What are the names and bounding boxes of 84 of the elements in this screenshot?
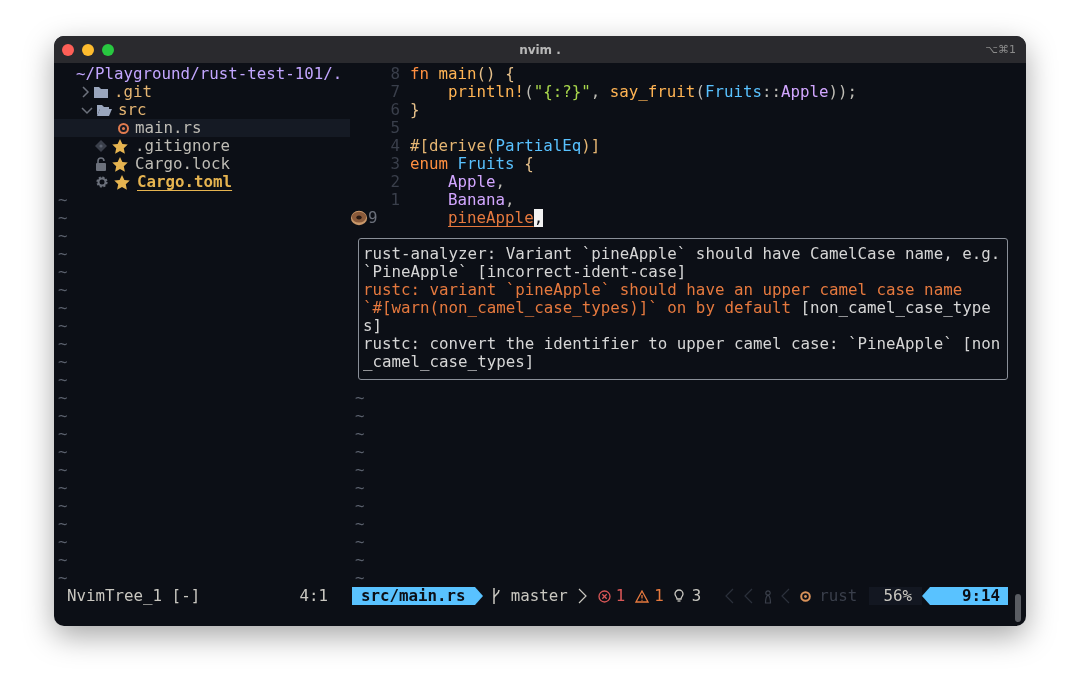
empty-line-marker: ~ [57,533,69,551]
code-text: println!("{:?}", say_fruit(Fruits::Apple)); [447,83,858,101]
code-text: #[derive(PartialEq)] [410,137,601,155]
empty-line-marker: ~ [354,461,366,479]
scroll-percent: 56% [869,587,922,605]
empty-line-marker: ~ [57,209,69,227]
empty-line-marker: ~ [57,191,69,209]
error-icon [597,589,611,603]
close-button[interactable] [62,43,74,56]
empty-line-marker: ~ [57,407,69,425]
rust-icon [800,590,812,602]
diamond-icon [95,140,107,152]
chevron-icon [725,588,735,604]
empty-line-marker: ~ [57,335,69,353]
rust-icon [118,122,129,134]
lightbulb-icon [673,589,684,603]
gear-icon [95,175,109,189]
empty-line-marker: ~ [57,515,69,533]
code-text: } [410,101,420,119]
empty-line-marker: ~ [57,371,69,389]
empty-line-marker: ~ [354,551,366,569]
hint-count: 3 [691,587,702,605]
maximize-button[interactable] [102,43,114,56]
empty-line-marker: ~ [57,317,69,335]
empty-line-marker: ~ [57,443,69,461]
empty-line-marker: ~ [57,569,69,587]
empty-line-marker: ~ [354,569,366,587]
folder-icon [97,104,112,116]
code-text: Apple, [447,173,506,191]
branch-icon [490,588,501,604]
error-count: 1 [615,587,626,605]
scrollbar-thumb[interactable] [1015,594,1021,622]
empty-line-marker: ~ [354,407,366,425]
folder-icon [94,86,108,98]
empty-line-marker: ~ [57,551,69,569]
warning-icon [635,589,650,603]
window-title: nvim . [519,42,561,57]
empty-line-marker: ~ [354,497,366,515]
code-text: pineApple [447,209,534,227]
empty-line-marker: ~ [57,461,69,479]
tree-item[interactable]: src [54,101,350,119]
empty-line-marker: ~ [57,497,69,515]
lock-icon [95,157,107,171]
tree-item[interactable]: Cargo.toml [54,173,350,191]
folder-path: ~/Playground/rust-test-101/. [75,65,344,83]
empty-line-marker: ~ [57,281,69,299]
empty-line-marker: ~ [57,245,69,263]
empty-line-marker: ~ [354,533,366,551]
empty-line-marker: ~ [57,425,69,443]
shortcut-label: ⌥⌘1 [985,43,1016,56]
empty-line-marker: ~ [354,443,366,461]
empty-line-marker: ~ [354,389,366,407]
diagnostic-message: rustc: convert the identifier to upper camel case: `PineApple` [non_camel_case_types] [363,335,1002,371]
warning-count: 1 [654,587,664,605]
empty-line-marker: ~ [57,227,69,245]
branch-name: master [510,587,568,605]
code-text: Banana, [447,191,515,209]
tree-item[interactable]: .gitignore [54,137,350,155]
person-icon [763,588,774,604]
minimize-button[interactable] [82,43,94,56]
line-number: 9 [368,209,379,227]
empty-line-marker: ~ [57,263,69,281]
empty-line-marker: ~ [57,299,69,317]
diagnostic-message: rust-analyzer: Variant `pineApple` should have CamelCase name, e.g. `PineApple` [incorrect-ident-case] [363,245,1002,281]
chevron-icon [577,588,587,604]
text-cursor: , [533,209,544,227]
empty-line-marker: ~ [354,515,366,533]
tree-item[interactable]: main.rs [54,119,350,137]
empty-line-marker: ~ [57,389,69,407]
cursor-position: 4:1 [299,587,328,605]
empty-line-marker: ~ [57,479,69,497]
empty-line-marker: ~ [354,425,366,443]
file-name: src/main.rs [352,587,475,605]
code-text: enum Fruits { [410,155,534,173]
cursor-location: 9:14 [930,587,1008,605]
empty-line-marker: ~ [57,353,69,371]
chevron-icon [781,588,791,604]
chevron-icon [744,588,754,604]
code-text: fn main() { [410,65,515,83]
tree-item[interactable]: Cargo.lock [54,155,350,173]
buffer-name: NvimTree_1 [-] [67,587,201,605]
empty-line-marker: ~ [354,479,366,497]
separator-arrow [474,587,483,605]
tree-item[interactable]: .git [54,83,350,101]
